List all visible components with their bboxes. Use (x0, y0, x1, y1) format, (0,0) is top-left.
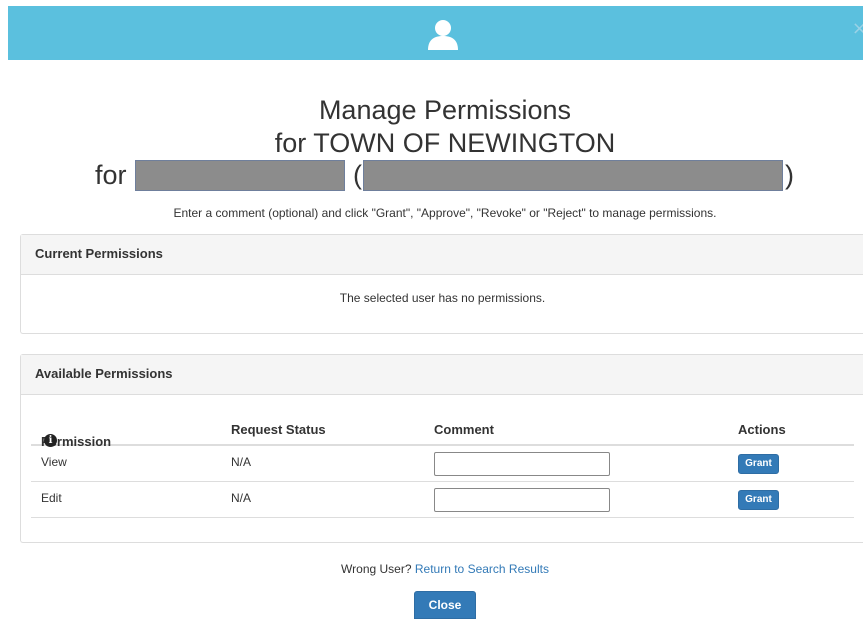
available-permissions-panel: Available Permissions Permission i Reques… (20, 354, 863, 543)
current-permissions-heading: Current Permissions (21, 235, 863, 275)
grant-button-view[interactable]: Grant (738, 454, 779, 474)
request-status: N/A (231, 455, 252, 469)
grant-button-edit[interactable]: Grant (738, 490, 779, 510)
redacted-user-email (363, 160, 783, 191)
available-permissions-heading: Available Permissions (21, 355, 863, 395)
wrong-user-text: Wrong User? (341, 562, 412, 576)
comment-input-view[interactable] (434, 452, 610, 476)
table-header: Permission i Request Status Comment Actio… (31, 410, 854, 449)
return-to-search-link[interactable]: Return to Search Results (415, 562, 549, 576)
table-row: View N/A Grant (31, 446, 854, 482)
redacted-user-name (135, 160, 345, 191)
comment-input-edit[interactable] (434, 488, 610, 512)
close-button[interactable]: Close (414, 591, 476, 619)
permissions-table: Permission i Request Status Comment Actio… (31, 410, 854, 518)
column-header-request-status: Request Status (231, 422, 326, 437)
page-title: Manage Permissions (318, 95, 572, 125)
request-status: N/A (231, 491, 252, 505)
current-permissions-panel: Current Permissions The selected user ha… (20, 234, 863, 334)
table-row: Edit N/A Grant (31, 482, 854, 518)
page-subtitle: for TOWN OF NEWINGTON (274, 128, 616, 158)
paren-open: ( (353, 160, 362, 190)
user-icon (428, 20, 458, 50)
permission-name: View (41, 455, 67, 469)
column-header-actions: Actions (738, 422, 786, 437)
for-label: for (95, 160, 127, 190)
close-icon[interactable]: × (852, 18, 863, 39)
instructions-text: Enter a comment (optional) and click "Gr… (173, 206, 717, 220)
paren-close: ) (785, 160, 794, 190)
no-permissions-message: The selected user has no permissions. (339, 291, 546, 305)
wrong-user-line: Wrong User? Return to Search Results (0, 562, 863, 576)
modal-header: × (8, 6, 863, 60)
permission-name: Edit (41, 491, 62, 505)
column-header-comment: Comment (434, 422, 494, 437)
